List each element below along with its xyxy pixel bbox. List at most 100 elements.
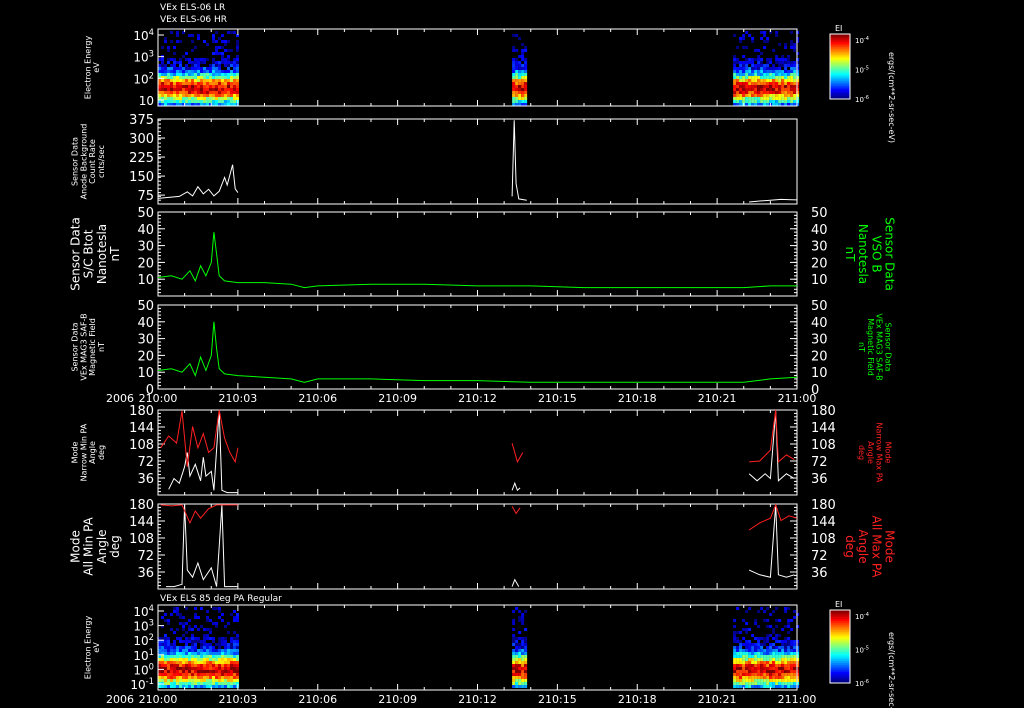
spectrogram-cell <box>787 679 791 682</box>
spectrogram-cell <box>194 625 197 628</box>
spectrogram-cell <box>182 76 185 79</box>
spectrogram-cell <box>236 619 239 622</box>
spectrogram-cell <box>781 664 785 667</box>
spectrogram-cell <box>227 88 230 91</box>
spectrogram-cell <box>784 97 788 100</box>
spectrogram-cell <box>787 667 791 670</box>
spectrogram-cell <box>188 619 191 622</box>
spectrogram-cell <box>745 97 749 100</box>
spectrogram-cell <box>775 607 779 610</box>
spectrogram-cell <box>176 679 179 682</box>
spectrogram-cell <box>790 661 794 664</box>
spectrogram-cell <box>173 76 176 79</box>
spectrogram-cell <box>188 640 191 643</box>
spectrogram-cell <box>521 88 525 91</box>
spectrogram-cell <box>524 76 528 79</box>
spectrogram-cell <box>194 85 197 88</box>
narrow_pa-frame <box>157 409 798 496</box>
spectrogram-cell <box>194 76 197 79</box>
spectrogram-cell <box>188 655 191 658</box>
spectrogram-cell <box>227 73 230 76</box>
spectrogram-cell <box>200 88 203 91</box>
spectrogram-cell <box>170 94 173 97</box>
spectrogram-cell <box>215 685 218 688</box>
spectrogram-cell <box>784 94 788 97</box>
spectrogram-cell <box>233 85 236 88</box>
spectrogram-cell <box>784 61 788 64</box>
spectrogram-cell <box>748 655 752 658</box>
spectrogram-cell <box>173 85 176 88</box>
spectrogram-cell <box>191 64 194 67</box>
spectrogram-cell <box>742 88 746 91</box>
spectrogram-cell <box>212 682 215 685</box>
spectrogram-cell <box>790 655 794 658</box>
spectrogram-cell <box>757 55 761 58</box>
spectrogram-cell <box>784 682 788 685</box>
spectrogram-cell <box>161 58 164 61</box>
spectrogram-cell <box>757 673 761 676</box>
spectrogram-cell <box>236 643 239 646</box>
spectrogram-cell <box>161 637 164 640</box>
spectrogram-cell <box>173 685 176 688</box>
spectrogram-cell <box>194 607 197 610</box>
spectrogram-cell <box>236 652 239 655</box>
y-tick-label-right: 180 <box>811 498 836 513</box>
spectrogram-cell <box>227 673 230 676</box>
spectrogram-cell <box>188 652 191 655</box>
spectrogram-cell <box>236 76 239 79</box>
spectrogram-cell <box>200 649 203 652</box>
spectrogram-cell <box>164 658 167 661</box>
spectrogram-cell <box>524 91 528 94</box>
spectrogram-cell <box>763 652 767 655</box>
x-tick-label: 210:09 <box>378 693 417 706</box>
spectrogram-cell <box>515 94 519 97</box>
spectrogram-cell <box>515 649 519 652</box>
spectrogram-cell <box>236 70 239 73</box>
spectrogram-cell <box>224 97 227 100</box>
spectrogram-cell <box>164 673 167 676</box>
spectrogram-cell <box>790 67 794 70</box>
spectrogram-cell <box>757 58 761 61</box>
spectrogram-cell <box>742 652 746 655</box>
spectrogram-cell <box>215 79 218 82</box>
spectrogram-cell <box>736 91 740 94</box>
spectrogram-cell <box>197 655 200 658</box>
spectrogram-cell <box>212 73 215 76</box>
spectrogram-cell <box>763 97 767 100</box>
spectrogram-cell <box>236 670 239 673</box>
spectrogram-cell <box>176 664 179 667</box>
y-tick-label: 108 <box>129 438 154 453</box>
spectrogram-cell <box>197 673 200 676</box>
spectrogram-cell <box>733 34 737 37</box>
spectrogram-cell <box>772 676 776 679</box>
spectrogram-cell <box>209 628 212 631</box>
spectrogram-cell <box>524 79 528 82</box>
spectrogram-cell <box>209 85 212 88</box>
spectrogram-cell <box>230 64 233 67</box>
spectrogram-cell <box>200 67 203 70</box>
spectrogram-cell <box>733 649 737 652</box>
spectrogram-cell <box>742 676 746 679</box>
spectrogram-cell <box>194 67 197 70</box>
spectrogram-cell <box>230 658 233 661</box>
y-axis-label-line: All Min PA <box>82 516 96 575</box>
spectrogram-cell <box>748 34 752 37</box>
spectrogram-cell <box>188 673 191 676</box>
spectrogram-cell <box>167 664 170 667</box>
spectrogram-cell <box>754 646 758 649</box>
spectrogram-cell <box>775 100 779 103</box>
spectrogram-cell <box>760 637 764 640</box>
spectrogram-cell <box>221 613 224 616</box>
spectrogram-cell <box>772 97 776 100</box>
spectrogram-cell <box>236 655 239 658</box>
spectrogram-cell <box>209 670 212 673</box>
spectrogram-cell <box>521 685 525 688</box>
spectrogram-cell <box>218 607 221 610</box>
spectrogram-cell <box>790 70 794 73</box>
spectrogram-cell <box>763 46 767 49</box>
spectrogram-cell <box>191 649 194 652</box>
spectrogram-cell <box>518 652 522 655</box>
spectrogram-cell <box>763 88 767 91</box>
spectrogram-cell <box>521 70 525 73</box>
spectrogram-cell <box>212 622 215 625</box>
